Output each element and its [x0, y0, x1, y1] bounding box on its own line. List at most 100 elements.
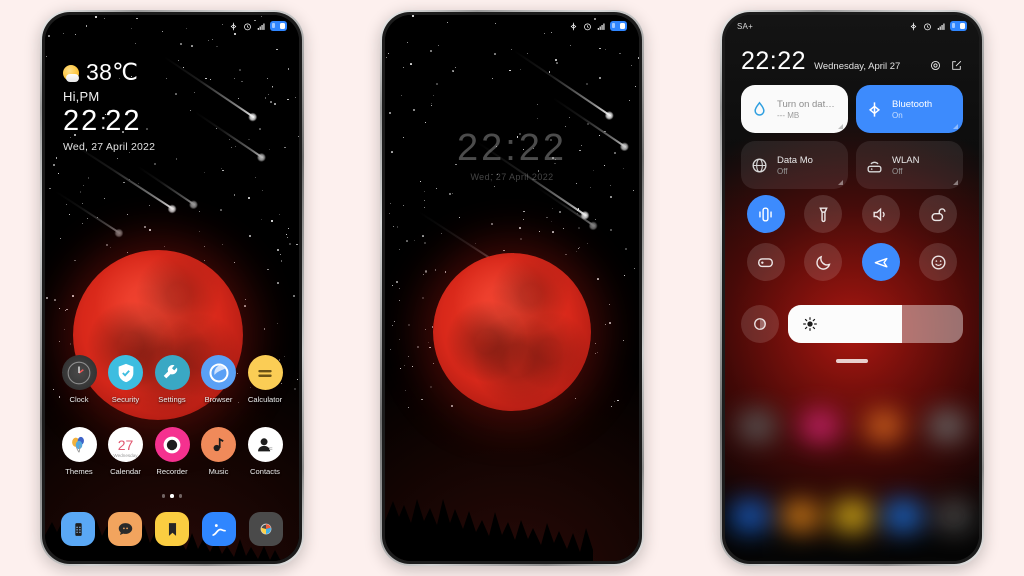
tile-text: Data Mo Off [777, 155, 813, 176]
page-dot-active[interactable] [170, 494, 174, 498]
widget-clock: 22 : 22 [63, 105, 155, 138]
camera-app[interactable] [249, 512, 283, 546]
app-label: Clock [69, 395, 89, 404]
status-bar [385, 15, 639, 37]
darkmode-toggle[interactable] [804, 243, 843, 281]
status-icons [568, 21, 627, 31]
alarm-icon [584, 23, 591, 30]
airplane-toggle[interactable] [861, 243, 900, 281]
app-recorder[interactable]: Recorder [152, 427, 192, 476]
app-label: Settings [158, 395, 186, 404]
tile-subtitle: Off [892, 166, 903, 176]
app-security[interactable]: Security [106, 355, 146, 404]
tile-expand-corner[interactable] [953, 124, 958, 129]
tile-subtitle: On [892, 110, 903, 120]
edit-icon[interactable] [950, 59, 963, 72]
app-calendar[interactable]: 27 Wednesday Calendar [106, 427, 146, 476]
lock-toggle[interactable] [919, 195, 958, 233]
auto-brightness-icon[interactable] [741, 305, 779, 343]
cast-toggle[interactable] [746, 243, 785, 281]
app-browser[interactable]: Browser [199, 355, 239, 404]
drag-handle[interactable] [836, 359, 868, 363]
mockup-stage: 38℃ Hi,PM 22 : 22 Wed, 27 April 2022 Clo… [0, 0, 1024, 576]
app-calculator[interactable]: Calculator [245, 355, 285, 404]
page-dot[interactable] [178, 494, 183, 498]
music-note-icon [201, 427, 236, 462]
gallery-app[interactable] [202, 512, 236, 546]
lockscreen-clock: 22:22 Wed, 27 April 2022 [385, 127, 639, 182]
tile-wlan[interactable]: WLAN Off [856, 141, 963, 189]
tree-silhouettes [385, 465, 639, 561]
wifi-router-icon [867, 161, 882, 173]
tile-expand-corner[interactable] [838, 124, 843, 129]
page-indicator[interactable] [45, 494, 299, 498]
tile-title: Bluetooth [892, 98, 933, 110]
tile-title: WLAN [892, 154, 920, 166]
app-row-1: Clock Security Settings Browser Calculat… [45, 355, 299, 404]
app-settings[interactable]: Settings [152, 355, 192, 404]
browser-icon [201, 355, 236, 390]
signal-icon [257, 23, 265, 30]
weather-clock-widget[interactable]: 38℃ Hi,PM 22 : 22 Wed, 27 April 2022 [63, 59, 155, 153]
calculator-icon [247, 355, 283, 390]
app-label: Recorder [156, 467, 188, 476]
weather-row: 38℃ [63, 59, 155, 86]
emoji-toggle[interactable] [919, 243, 958, 281]
tile-expand-corner[interactable] [953, 180, 958, 185]
flashlight-toggle[interactable] [804, 195, 843, 233]
water-drop-icon [754, 101, 765, 116]
vibrate-toggle[interactable] [746, 195, 785, 233]
sound-toggle[interactable] [861, 195, 900, 233]
status-icons [228, 21, 287, 31]
app-themes[interactable]: Themes [59, 427, 99, 476]
contact-person-icon [247, 427, 283, 462]
wrench-icon [154, 355, 190, 390]
app-label: Browser [204, 395, 233, 404]
clock-colon: : [100, 108, 109, 134]
app-label: Music [208, 467, 229, 476]
clock-icon [61, 355, 97, 390]
cc-clock: 22:22 [741, 47, 807, 75]
app-label: Calendar [110, 467, 141, 476]
bluetooth-icon [230, 22, 237, 30]
tile-data-plan[interactable]: Turn on data plan --- MB [741, 85, 848, 133]
app-label: Calculator [247, 395, 283, 404]
brightness-slider[interactable] [788, 305, 963, 343]
phone-home-screen: 38℃ Hi,PM 22 : 22 Wed, 27 April 2022 Clo… [40, 10, 304, 566]
status-bar [45, 15, 299, 37]
app-clock[interactable]: Clock [59, 355, 99, 404]
clock-minutes: 22 [105, 105, 142, 137]
brightness-row [741, 305, 963, 343]
status-bar: SA+ [725, 15, 979, 37]
app-label: Contacts [250, 467, 280, 476]
phone-control-center: SA+ 22:22 Wednesday, April 27 Turn on da… [720, 10, 984, 566]
battery-icon [950, 21, 967, 31]
status-icons [908, 21, 967, 31]
blood-moon [433, 253, 591, 411]
calendar-day: 27 [117, 436, 134, 453]
brightness-icon [803, 317, 817, 331]
temperature-value: 38℃ [86, 59, 139, 85]
app-label: Security [111, 395, 140, 404]
balloons-icon [61, 427, 97, 462]
lock-colon: : [505, 127, 519, 169]
bluetooth-icon [570, 22, 577, 30]
tile-expand-corner[interactable] [838, 180, 843, 185]
app-music[interactable]: Music [199, 427, 239, 476]
page-dot[interactable] [161, 494, 166, 498]
lock-date: Wed, 27 April 2022 [470, 172, 554, 182]
calendar-weekday: Wednesday [113, 452, 138, 458]
phone-app[interactable] [61, 512, 95, 546]
tile-subtitle: --- MB [777, 110, 800, 120]
tile-subtitle: Off [777, 166, 788, 176]
app-contacts[interactable]: Contacts [245, 427, 285, 476]
lock-time: 22:22 [385, 127, 639, 170]
notes-app[interactable] [155, 512, 189, 546]
tile-bluetooth[interactable]: Bluetooth On [856, 85, 963, 133]
tile-text: Turn on data plan --- MB [777, 99, 839, 120]
gear-icon[interactable] [929, 59, 942, 72]
screen-lock: 22:22 Wed, 27 April 2022 [385, 15, 639, 561]
tile-mobile-data[interactable]: Data Mo Off [741, 141, 848, 189]
screen-control-center: SA+ 22:22 Wednesday, April 27 Turn on da… [725, 15, 979, 561]
messages-app[interactable] [108, 512, 142, 546]
